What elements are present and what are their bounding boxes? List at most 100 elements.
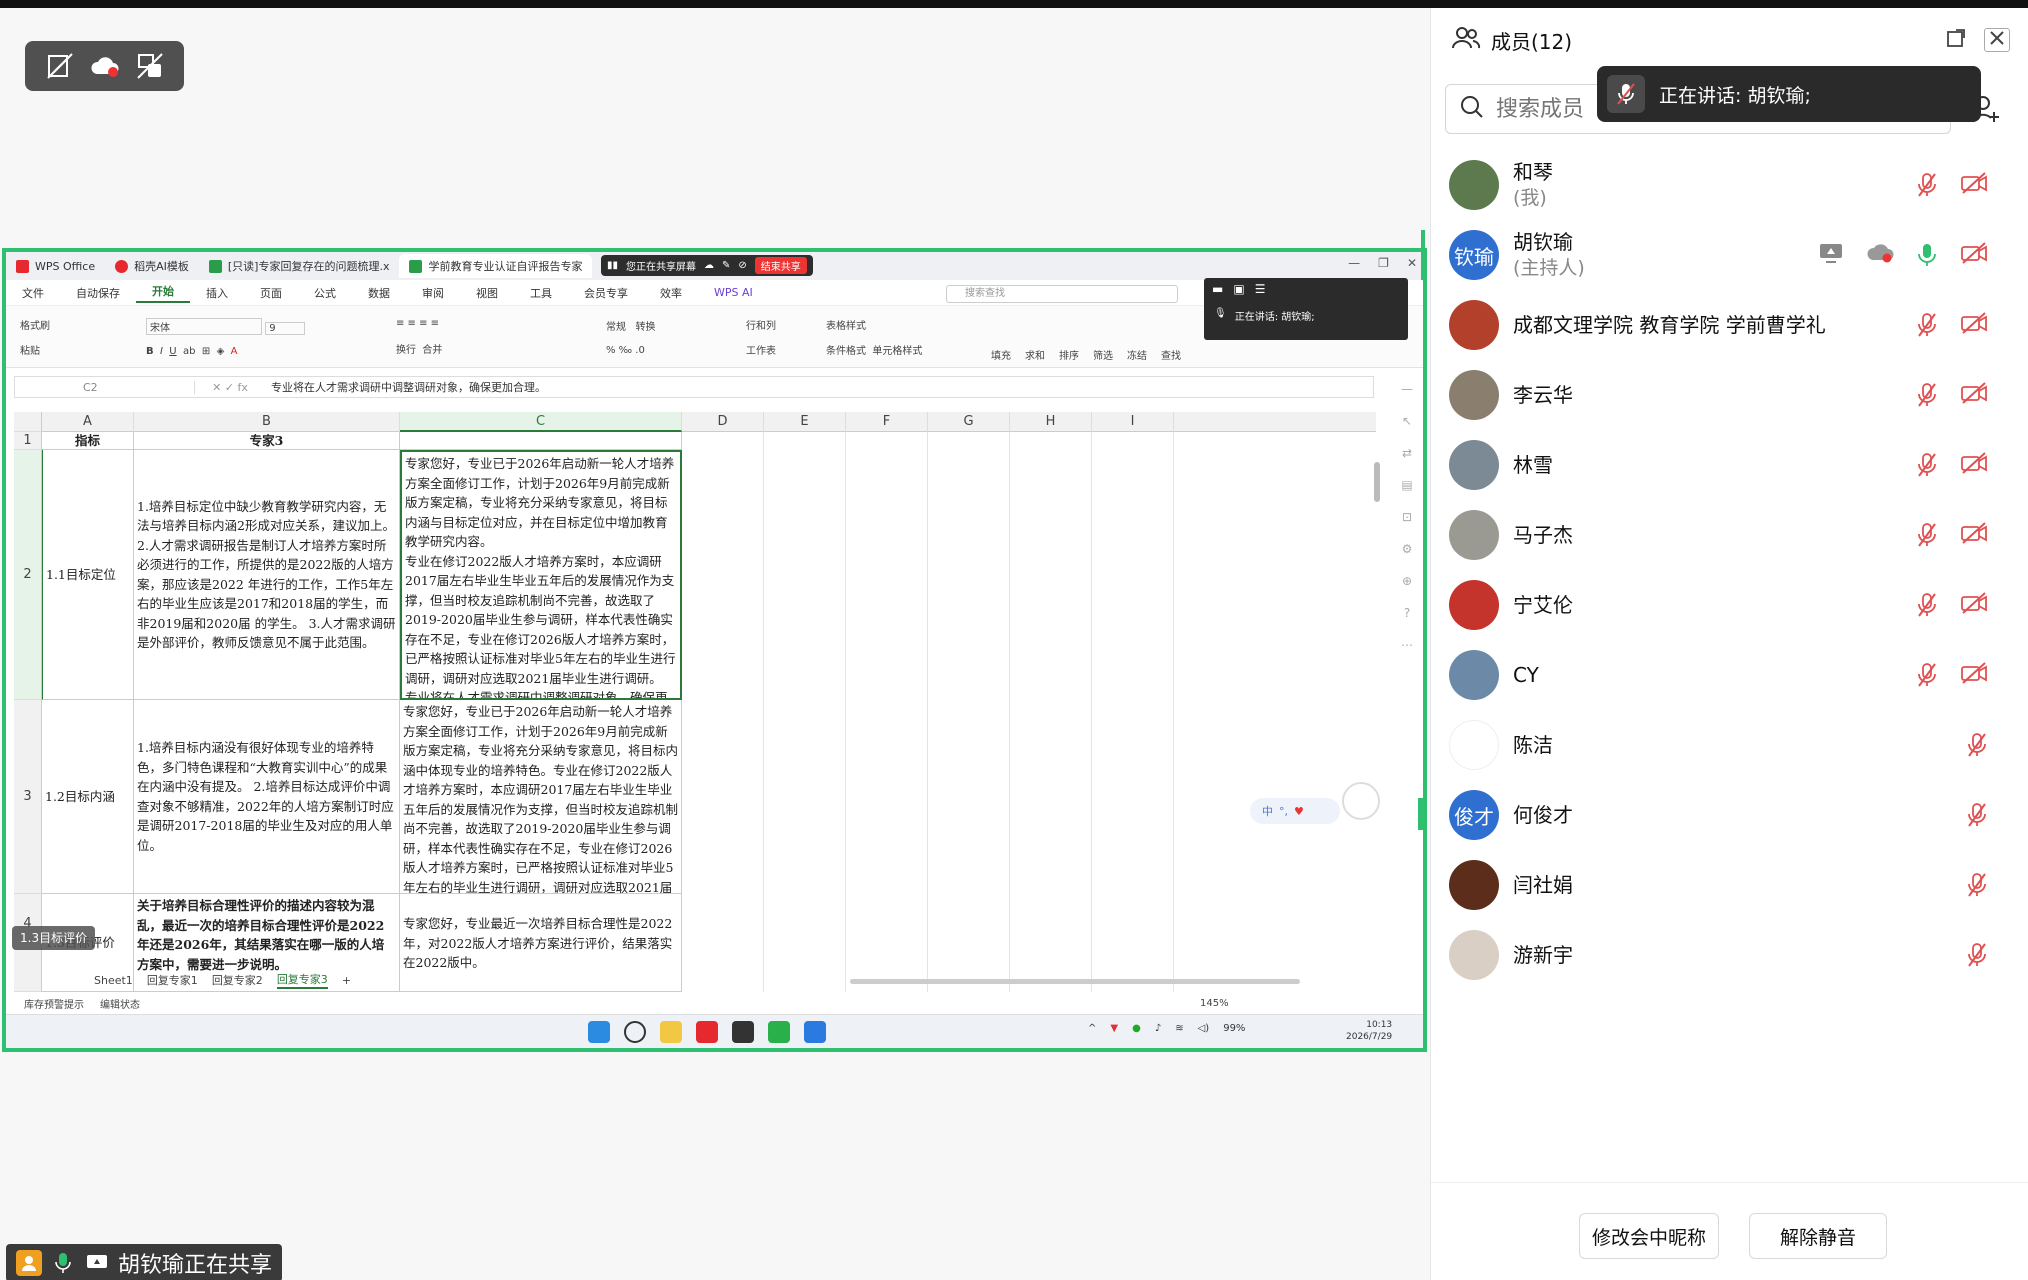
menu-home[interactable]: 开始 (136, 283, 190, 303)
filter-button[interactable]: 筛选 (1093, 347, 1113, 362)
side-tool-icon[interactable]: ⊡ (1402, 510, 1412, 524)
font-size-select[interactable]: 9 (265, 321, 306, 335)
menu-wps-ai[interactable]: WPS AI (698, 286, 769, 299)
cell-b3[interactable]: 1.培养目标内涵没有很好体现专业的培养特色，多门特色课程和“大教育实训中心”的成… (134, 700, 400, 894)
avatar[interactable] (1449, 650, 1499, 700)
cell-c2-selected[interactable]: 专家您好，专业已于2026年启动新一轮人才培养方案全面修订工作，计划于2026年… (400, 450, 682, 700)
side-tool-icon[interactable]: ⚙ (1402, 542, 1413, 556)
fx-icon[interactable]: ✕ ✓ fx (195, 381, 265, 394)
command-search-input[interactable]: 搜索查找 (946, 285, 1178, 303)
menu-data[interactable]: 数据 (352, 285, 406, 301)
cell-c1[interactable] (400, 432, 682, 450)
menu-insert[interactable]: 插入 (190, 285, 244, 301)
paste-button[interactable]: 粘贴 (20, 342, 50, 357)
avatar[interactable]: 钦瑜 (1449, 230, 1499, 280)
cell-b1[interactable]: 专家3 (134, 432, 400, 450)
avatar[interactable] (1449, 720, 1499, 770)
member-row[interactable]: 和琴 (我) (1431, 150, 2028, 220)
cell-b2[interactable]: 1.培养目标定位中缺少教育教学研究内容，无法与培养目标内涵2形成对应关系，建议加… (134, 450, 400, 700)
font-color-icon[interactable]: A (231, 346, 238, 357)
camera-off-icon[interactable] (1960, 452, 1988, 482)
close-panel-icon[interactable] (1984, 28, 2010, 52)
member-row[interactable]: 陈洁 (1431, 710, 2028, 780)
vertical-scrollbar[interactable] (1372, 422, 1382, 982)
side-tool-icon[interactable]: ? (1404, 606, 1410, 620)
col-header-b[interactable]: B (134, 412, 400, 432)
mic-muted-icon[interactable] (1916, 662, 1938, 692)
tab-active-file[interactable]: 学前教育专业认证自评报告专家 (399, 254, 593, 278)
camera-off-icon[interactable] (1960, 242, 1988, 272)
mic-on-icon[interactable] (1916, 242, 1938, 272)
menu-file[interactable]: 文件 (6, 285, 60, 301)
ime-toolbar[interactable]: 中 °, ♥ (1250, 798, 1340, 824)
mic-muted-icon[interactable] (1966, 802, 1988, 832)
rename-in-meeting-button[interactable]: 修改会中昵称 (1579, 1213, 1719, 1259)
side-tool-icon[interactable]: ⋯ (1401, 638, 1413, 652)
tab-docer-templates[interactable]: 稻壳AI模板 (105, 254, 199, 278)
tray-chevron-icon[interactable]: ^ (1088, 1023, 1096, 1034)
member-row[interactable]: 宁艾伦 (1431, 570, 2028, 640)
member-row[interactable]: CY (1431, 640, 2028, 710)
mic-muted-icon[interactable] (1916, 592, 1938, 622)
taskbar-clock[interactable]: 10:13 2026/7/29 (1346, 1019, 1392, 1043)
avatar[interactable] (1449, 300, 1499, 350)
avatar[interactable] (1449, 930, 1499, 980)
member-row[interactable]: 俊才 何俊才 (1431, 780, 2028, 850)
member-row[interactable]: 闫社娟 (1431, 850, 2028, 920)
camera-off-icon[interactable] (1960, 662, 1988, 692)
meeting-app-icon[interactable] (768, 1021, 790, 1043)
col-header-d[interactable]: D (682, 412, 764, 432)
tray-app-icon[interactable]: ▼ (1110, 1023, 1118, 1034)
cell-style-button[interactable]: 单元格样式 (872, 346, 922, 357)
screen-share-icon[interactable] (1818, 242, 1844, 272)
mic-muted-icon[interactable] (1966, 942, 1988, 972)
member-row[interactable]: 李云华 (1431, 360, 2028, 430)
avatar[interactable] (1449, 160, 1499, 210)
tab-readonly-file[interactable]: [只读]专家回复存在的问题梳理.x (199, 254, 400, 278)
bold-icon[interactable]: B (146, 346, 154, 357)
sheet-tab-sheet1[interactable]: Sheet1 (94, 974, 133, 987)
avatar[interactable] (1449, 510, 1499, 560)
avatar[interactable] (1449, 580, 1499, 630)
underline-icon[interactable]: U (169, 346, 176, 357)
pill-annotate-icon[interactable]: ✎ (722, 260, 730, 271)
side-tool-icon[interactable]: ⊕ (1402, 574, 1412, 588)
camera-off-icon[interactable] (1960, 382, 1988, 412)
end-share-button[interactable]: 结束共享 (754, 257, 807, 274)
row-header-3[interactable]: 3 (14, 700, 42, 894)
freeze-button[interactable]: 冻结 (1127, 347, 1147, 362)
mic-muted-icon[interactable] (1916, 452, 1938, 482)
volume-icon[interactable]: ◁) (1198, 1023, 1210, 1034)
mic-muted-icon[interactable] (1916, 172, 1938, 202)
side-tool-icon[interactable]: ▤ (1401, 478, 1412, 492)
cell-a2[interactable]: 1.1目标定位 (42, 450, 134, 700)
remote-control-icon[interactable] (135, 51, 165, 81)
file-explorer-icon[interactable] (660, 1021, 682, 1043)
pill-control-icon[interactable]: ⊘ (738, 260, 746, 271)
fill-color-icon[interactable]: ◈ (217, 346, 225, 357)
camera-off-icon[interactable] (1960, 592, 1988, 622)
mic-muted-icon[interactable] (1966, 732, 1988, 762)
camera-off-icon[interactable] (1960, 172, 1988, 202)
horizontal-scrollbar[interactable] (850, 979, 1300, 984)
sort-button[interactable]: 排序 (1059, 347, 1079, 362)
select-all-corner[interactable] (14, 412, 42, 432)
close-icon[interactable]: ✕ (1407, 256, 1417, 270)
start-icon[interactable] (588, 1021, 610, 1043)
unmute-button[interactable]: 解除静音 (1749, 1213, 1887, 1259)
member-row[interactable]: 钦瑜 胡钦瑜 (主持人) (1421, 220, 2028, 290)
photos-icon[interactable] (804, 1021, 826, 1043)
minimize-icon[interactable]: — (1348, 256, 1360, 270)
popout-icon[interactable] (1946, 28, 1966, 52)
member-row[interactable]: 马子杰 (1431, 500, 2028, 570)
avatar[interactable]: 俊才 (1449, 790, 1499, 840)
mic-muted-icon[interactable] (1966, 872, 1988, 902)
font-name-select[interactable]: 宋体 (146, 317, 262, 335)
col-header-h[interactable]: H (1010, 412, 1092, 432)
row-col-button[interactable]: 行和列 (746, 317, 776, 332)
percent-icons[interactable]: % ‰ .0 (606, 345, 656, 356)
scroll-thumb[interactable] (1374, 462, 1380, 502)
search-icon[interactable] (624, 1021, 646, 1043)
merge-button[interactable]: 合并 (422, 345, 442, 356)
member-row[interactable]: 成都文理学院 教育学院 学前曹学礼 (1431, 290, 2028, 360)
